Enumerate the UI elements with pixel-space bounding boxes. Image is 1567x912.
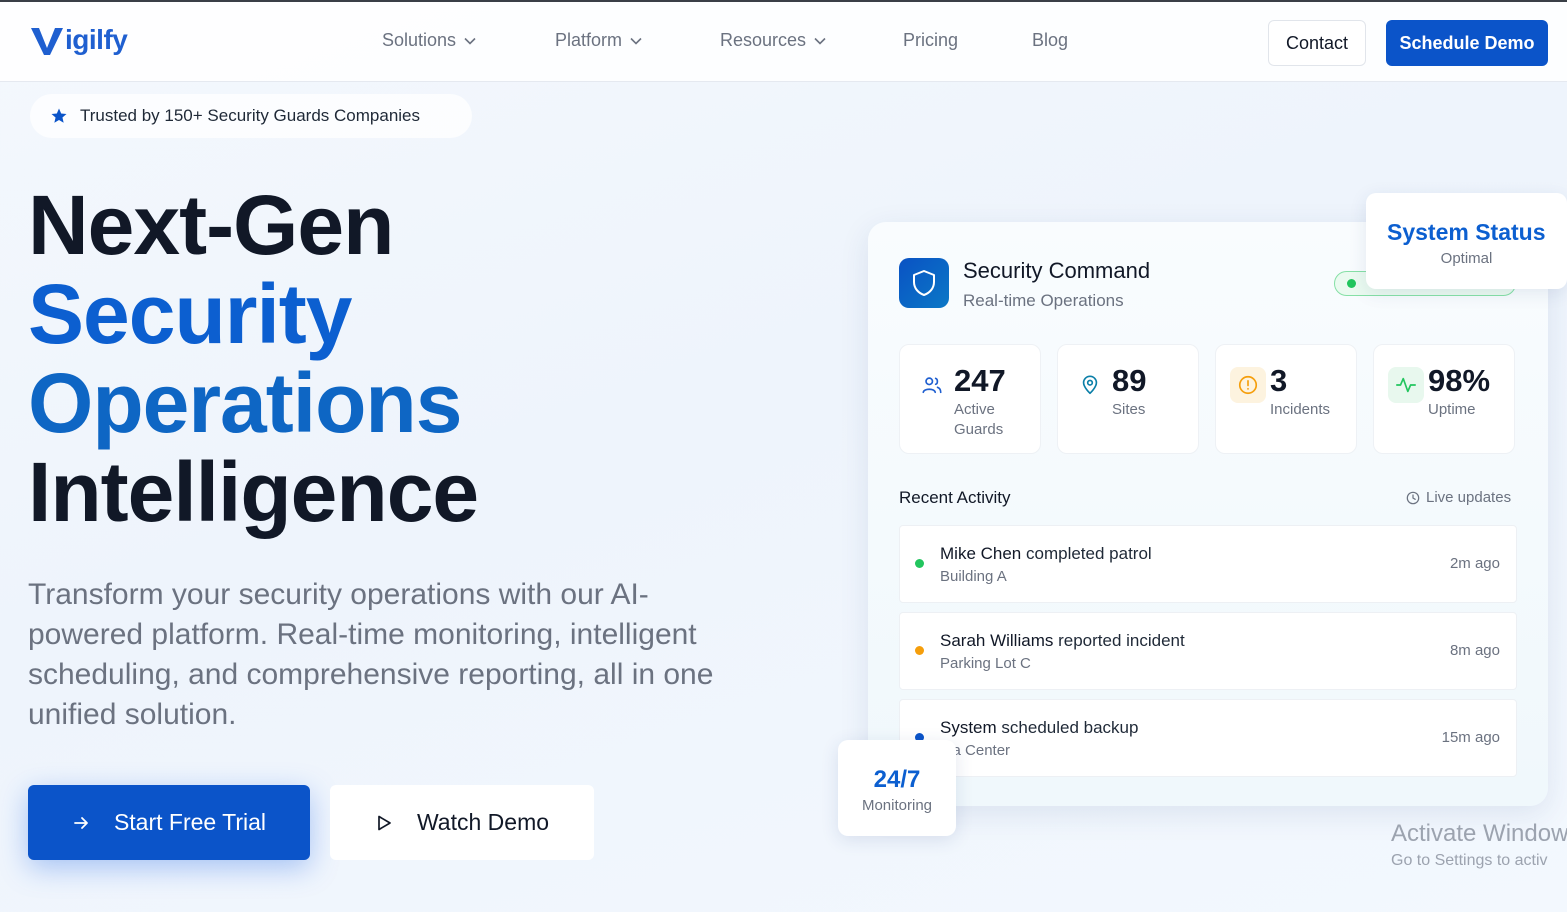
nav-platform[interactable]: Platform — [555, 30, 642, 51]
map-pin-icon — [1072, 367, 1108, 403]
activity-text: Sarah Williams reported incident — [940, 631, 1185, 651]
stat-value: 98% — [1428, 363, 1491, 398]
stat-value: 3 — [1270, 363, 1288, 398]
nav-platform-label: Platform — [555, 30, 623, 50]
start-free-trial-label: Start Free Trial — [113, 809, 267, 835]
shield-icon — [913, 270, 935, 296]
activity-action: reported incident — [1058, 631, 1185, 650]
hero-heading-line-2: Security — [28, 267, 352, 361]
stat-card-active-guards: 247 Active Guards — [899, 344, 1041, 454]
clock-icon — [1406, 491, 1420, 504]
activity-actor: System — [940, 718, 997, 737]
dashboard-subtitle: Real-time Operations — [963, 291, 1124, 310]
activity-actor: Sarah Williams — [940, 631, 1054, 650]
activity-status-dot — [915, 646, 924, 655]
system-status-title: System Status — [1387, 219, 1546, 245]
activity-action: completed patrol — [1026, 544, 1152, 563]
stat-card-uptime: 98% Uptime — [1373, 344, 1515, 454]
monitoring-label: Monitoring — [861, 797, 933, 814]
stat-label: Sites — [1112, 401, 1146, 418]
activity-location: Building A — [940, 568, 1007, 585]
logo-v-icon — [31, 28, 63, 55]
activity-text: Mike Chen completed patrol — [940, 544, 1152, 564]
stat-card-sites: 89 Sites — [1057, 344, 1199, 454]
schedule-demo-button[interactable]: Schedule Demo — [1386, 20, 1548, 66]
dashboard-title: Security Command — [963, 258, 1151, 283]
stat-label: Uptime — [1428, 401, 1476, 418]
activity-item[interactable]: System scheduled backup ata Center 15m a… — [899, 699, 1517, 777]
stat-value: 247 — [954, 363, 1006, 398]
system-status-card: System Status Optimal — [1366, 193, 1567, 289]
security-command-badge — [899, 258, 949, 308]
activity-action: scheduled backup — [1001, 718, 1139, 737]
stat-value: 89 — [1112, 363, 1147, 398]
play-icon — [378, 815, 391, 830]
activity-location: Parking Lot C — [940, 655, 1031, 672]
nav-solutions[interactable]: Solutions — [382, 30, 476, 51]
nav-pricing[interactable]: Pricing — [903, 30, 958, 51]
activity-actor: Mike Chen — [940, 544, 1022, 563]
activity-status-dot — [915, 559, 924, 568]
arrow-right-icon — [74, 816, 88, 829]
monitoring-value: 24/7 — [873, 766, 921, 793]
hero-heading-line-1: Next-Gen — [28, 178, 394, 272]
star-icon — [51, 108, 67, 123]
top-navigation: igilfy Solutions Platform Resources Pric… — [0, 2, 1567, 82]
activity-item[interactable]: Mike Chen completed patrol Building A 2m… — [899, 525, 1517, 603]
system-status-value: Optimal — [1440, 250, 1493, 267]
recent-activity-heading: Recent Activity — [899, 488, 1011, 507]
nav-blog[interactable]: Blog — [1032, 30, 1068, 51]
activity-time: 8m ago — [1449, 642, 1500, 659]
start-free-trial-button[interactable]: Start Free Trial — [28, 785, 310, 860]
nav-resources-label: Resources — [720, 30, 807, 50]
activity-time: 2m ago — [1449, 555, 1500, 572]
stat-card-incidents: 3 Incidents — [1215, 344, 1357, 454]
activation-watermark-title: Activate Window — [1391, 820, 1567, 847]
users-icon — [914, 367, 950, 403]
trust-badge: Trusted by 150+ Security Guards Companie… — [30, 94, 472, 138]
contact-button[interactable]: Contact — [1268, 20, 1366, 66]
logo-text: igilfy — [65, 24, 128, 55]
nav-resources[interactable]: Resources — [720, 30, 826, 51]
chevron-down-icon — [464, 37, 476, 45]
live-updates-label: Live updates — [1426, 489, 1512, 506]
hero-description: Transform your security operations with … — [28, 578, 714, 731]
alert-circle-icon — [1230, 367, 1266, 403]
stat-label: Active Guards — [954, 401, 1004, 438]
chevron-down-icon — [630, 37, 642, 45]
status-dot — [1347, 279, 1356, 288]
activity-time: 15m ago — [1441, 729, 1500, 746]
dashboard-preview-card: Security Command Real-time Operations 24… — [868, 222, 1548, 806]
stat-label: Incidents — [1270, 401, 1331, 418]
nav-solutions-label: Solutions — [382, 30, 457, 50]
watch-demo-button[interactable]: Watch Demo — [330, 785, 594, 860]
logo[interactable]: igilfy — [30, 22, 128, 58]
chevron-down-icon — [814, 37, 826, 45]
hero-heading-line-3: Operations — [28, 356, 462, 450]
activation-watermark-subtitle: Go to Settings to activ — [1391, 852, 1548, 869]
activity-icon — [1388, 367, 1424, 403]
live-updates-indicator: Live updates — [1406, 489, 1511, 506]
monitoring-card: 24/7 Monitoring — [838, 740, 956, 836]
trust-badge-text: Trusted by 150+ Security Guards Companie… — [80, 106, 421, 125]
activity-item[interactable]: Sarah Williams reported incident Parking… — [899, 612, 1517, 690]
watch-demo-label: Watch Demo — [416, 809, 550, 835]
hero-heading-line-4: Intelligence — [28, 445, 479, 539]
activity-text: System scheduled backup — [940, 718, 1138, 738]
